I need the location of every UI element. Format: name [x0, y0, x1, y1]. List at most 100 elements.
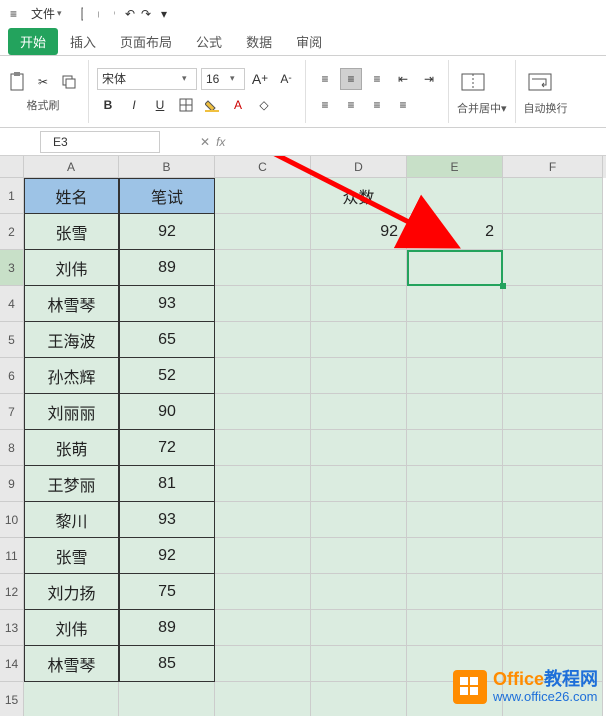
cell[interactable] — [503, 610, 603, 646]
align-justify-icon[interactable]: ≡ — [392, 94, 414, 116]
cell[interactable] — [311, 358, 407, 394]
cell[interactable]: 93 — [119, 286, 215, 322]
cell[interactable] — [215, 178, 311, 214]
cell[interactable] — [503, 574, 603, 610]
cell[interactable]: 林雪琴 — [24, 646, 119, 682]
cell[interactable] — [311, 286, 407, 322]
cell[interactable] — [215, 502, 311, 538]
row-header[interactable]: 2 — [0, 214, 24, 250]
fill-color-button[interactable] — [201, 94, 223, 116]
align-left-icon[interactable]: ≡ — [314, 94, 336, 116]
select-all-corner[interactable] — [0, 156, 24, 178]
name-box[interactable]: E3 — [40, 131, 160, 153]
cell[interactable] — [311, 322, 407, 358]
cell[interactable]: 75 — [119, 574, 215, 610]
cell[interactable] — [311, 538, 407, 574]
overflow-icon[interactable]: ▾ — [155, 5, 173, 23]
paste-icon[interactable] — [6, 71, 28, 93]
row-header[interactable]: 3 — [0, 250, 24, 286]
cell[interactable]: 89 — [119, 610, 215, 646]
cell[interactable] — [311, 610, 407, 646]
cell[interactable] — [503, 214, 603, 250]
tab-data[interactable]: 数据 — [234, 28, 284, 55]
align-middle-icon[interactable]: ≡ — [340, 68, 362, 90]
cell[interactable] — [407, 430, 503, 466]
cell[interactable]: 2 — [407, 214, 503, 250]
cell[interactable] — [503, 394, 603, 430]
cell[interactable]: 92 — [119, 214, 215, 250]
row-header[interactable]: 7 — [0, 394, 24, 430]
cell[interactable] — [407, 322, 503, 358]
cell[interactable]: 90 — [119, 394, 215, 430]
bold-button[interactable]: B — [97, 94, 119, 116]
cell[interactable] — [215, 214, 311, 250]
tab-review[interactable]: 审阅 — [284, 28, 334, 55]
italic-button[interactable]: I — [123, 94, 145, 116]
row-header[interactable]: 12 — [0, 574, 24, 610]
format-painter-label[interactable]: 格式刷 — [6, 97, 80, 113]
row-header[interactable]: 6 — [0, 358, 24, 394]
indent-increase-icon[interactable]: ⇥ — [418, 68, 440, 90]
cell[interactable] — [503, 538, 603, 574]
save-icon[interactable] — [75, 7, 89, 21]
cancel-formula-icon[interactable]: ✕ — [200, 135, 210, 149]
cell[interactable]: 92 — [119, 538, 215, 574]
menu-icon[interactable]: ≡ — [4, 5, 23, 23]
cell[interactable]: 刘伟 — [24, 610, 119, 646]
cell[interactable] — [407, 250, 503, 286]
cell[interactable]: 93 — [119, 502, 215, 538]
col-header-c[interactable]: C — [215, 156, 311, 178]
cell[interactable]: 刘力扬 — [24, 574, 119, 610]
cell[interactable] — [503, 322, 603, 358]
cell[interactable]: 81 — [119, 466, 215, 502]
cell[interactable] — [311, 574, 407, 610]
cell[interactable] — [407, 610, 503, 646]
cell[interactable] — [215, 286, 311, 322]
col-header-b[interactable]: B — [119, 156, 215, 178]
cell[interactable]: 姓名 — [24, 178, 119, 214]
row-header[interactable]: 14 — [0, 646, 24, 682]
cell[interactable]: 刘伟 — [24, 250, 119, 286]
cell[interactable]: 85 — [119, 646, 215, 682]
cell[interactable]: 张雪 — [24, 214, 119, 250]
cell[interactable]: 65 — [119, 322, 215, 358]
clear-format-button[interactable]: ◇ — [253, 94, 275, 116]
row-header[interactable]: 1 — [0, 178, 24, 214]
merge-icon[interactable] — [457, 68, 489, 96]
undo-icon[interactable]: ↶ — [123, 7, 137, 21]
cell[interactable] — [407, 178, 503, 214]
cell[interactable]: 张萌 — [24, 430, 119, 466]
row-header[interactable]: 13 — [0, 610, 24, 646]
copy-icon[interactable] — [58, 71, 80, 93]
wrap-label[interactable]: 自动换行 — [524, 100, 568, 116]
preview-icon[interactable] — [107, 7, 121, 21]
wrap-icon[interactable] — [524, 68, 556, 96]
cell[interactable]: 89 — [119, 250, 215, 286]
fx-icon[interactable]: fx — [216, 135, 225, 149]
increase-font-icon[interactable]: A+ — [249, 68, 271, 90]
align-right-icon[interactable]: ≡ — [366, 94, 388, 116]
align-bottom-icon[interactable]: ≡ — [366, 68, 388, 90]
cell[interactable] — [503, 430, 603, 466]
font-name-select[interactable]: 宋体▾ — [97, 68, 197, 90]
cell[interactable] — [503, 502, 603, 538]
row-header[interactable]: 8 — [0, 430, 24, 466]
cell[interactable] — [503, 250, 603, 286]
spreadsheet-grid[interactable]: A B C D E F 1姓名笔试众数2张雪929223刘伟894林雪琴935王… — [0, 156, 606, 716]
cell[interactable] — [407, 502, 503, 538]
cell[interactable]: 黎川 — [24, 502, 119, 538]
row-header[interactable]: 5 — [0, 322, 24, 358]
cell[interactable] — [215, 682, 311, 716]
cell[interactable] — [215, 394, 311, 430]
cell[interactable] — [311, 502, 407, 538]
cell[interactable] — [407, 538, 503, 574]
cell[interactable] — [215, 430, 311, 466]
underline-button[interactable]: U — [149, 94, 171, 116]
col-header-e[interactable]: E — [407, 156, 503, 178]
cell[interactable] — [503, 178, 603, 214]
tab-formula[interactable]: 公式 — [184, 28, 234, 55]
cell[interactable] — [119, 682, 215, 716]
cell[interactable] — [215, 250, 311, 286]
cell[interactable] — [407, 574, 503, 610]
cell[interactable]: 众数 — [311, 178, 407, 214]
